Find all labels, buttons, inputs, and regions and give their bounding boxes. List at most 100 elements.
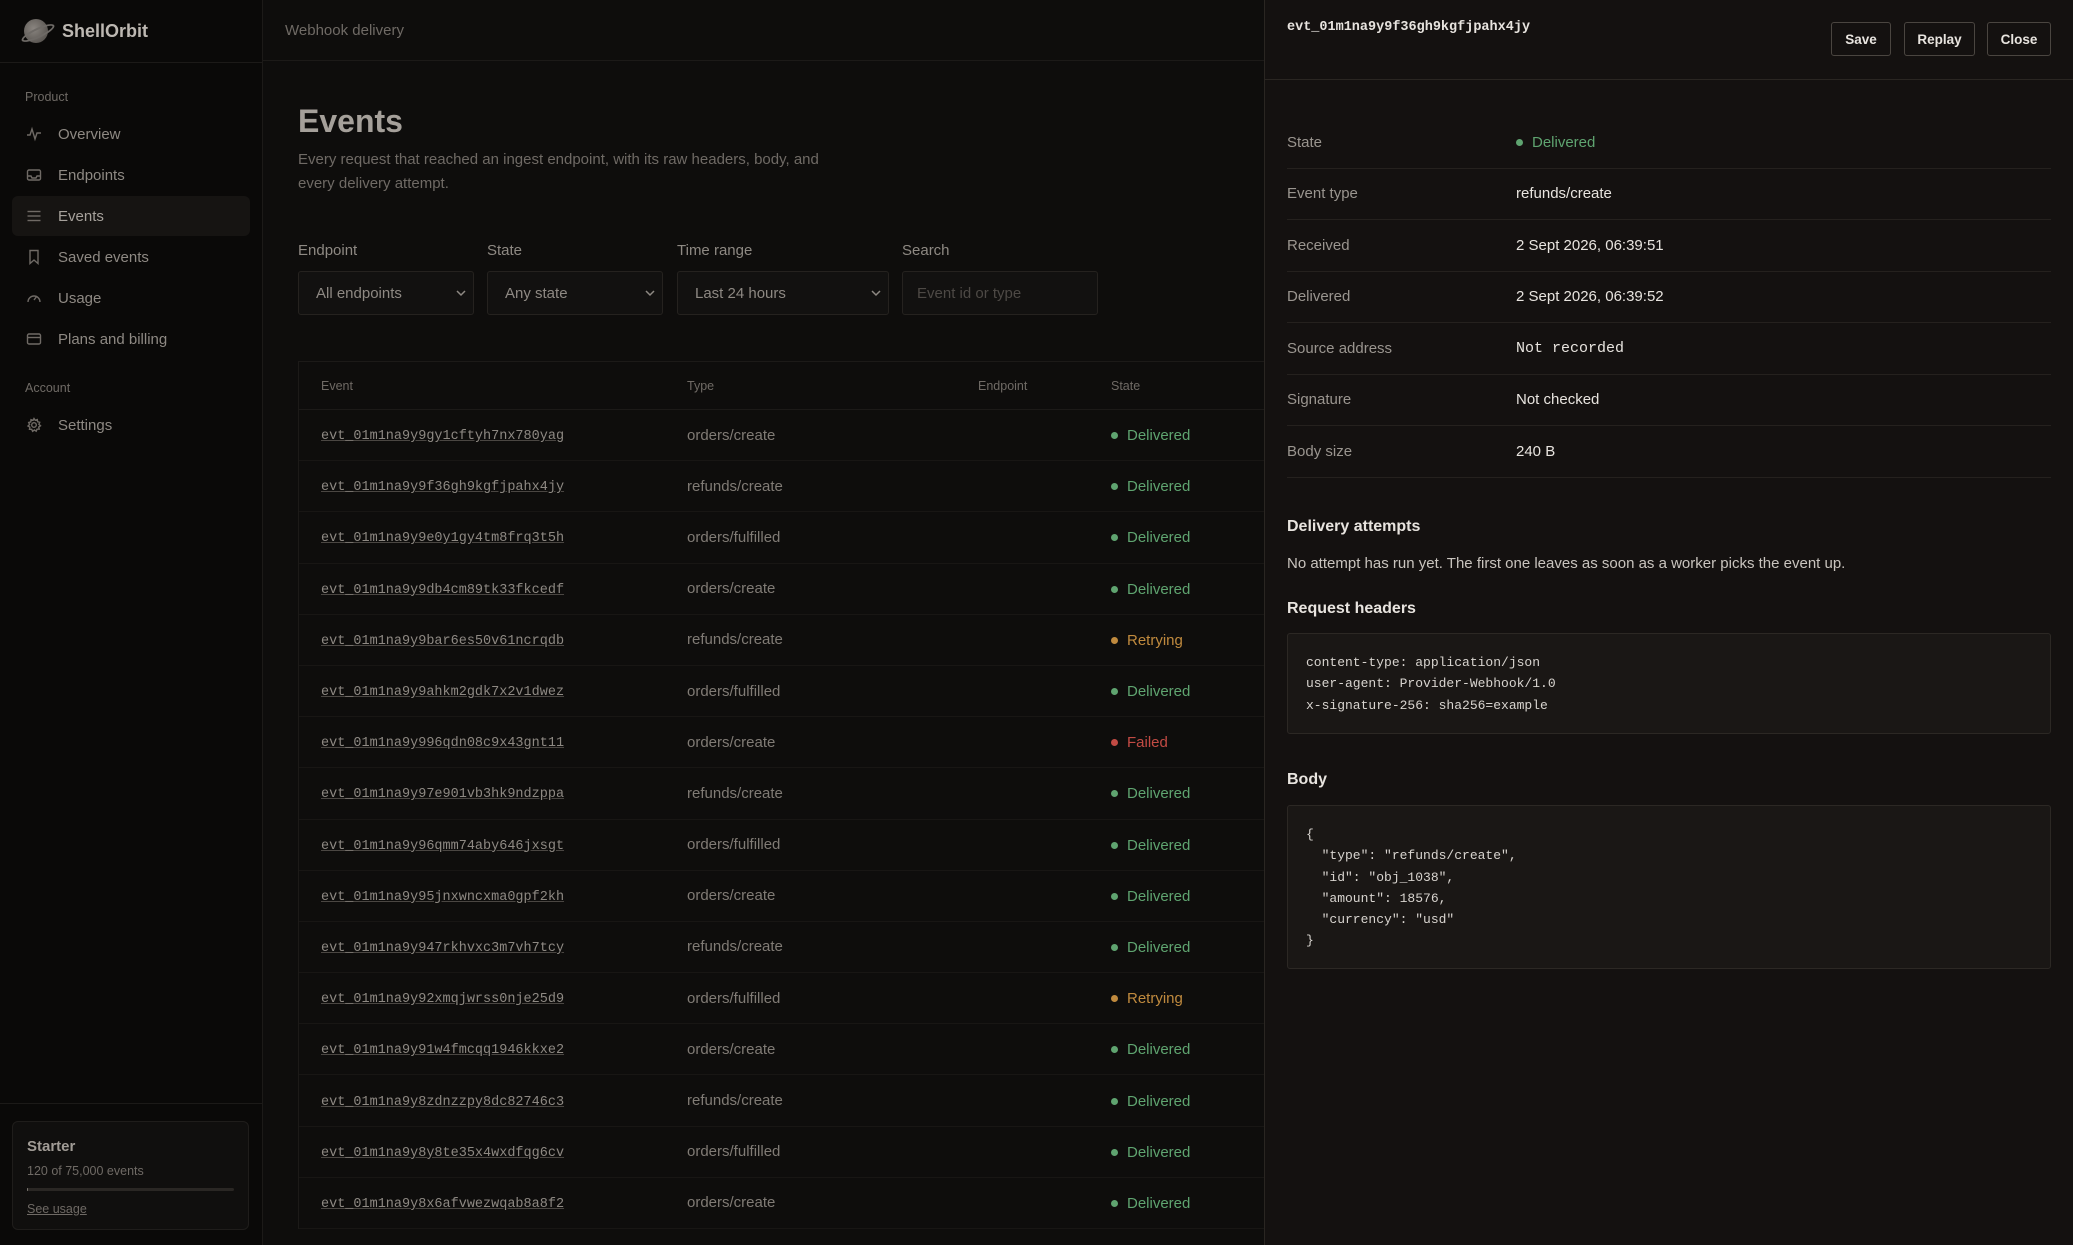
event-id-link[interactable]: evt_01m1na9y996qdn08c9x43gnt11	[321, 736, 564, 751]
sidebar-item-overview[interactable]: Overview	[12, 114, 250, 154]
state-cell: Retrying	[1111, 989, 1261, 1007]
event-type-cell: refunds/create	[687, 631, 783, 649]
detail-row: Delivered 2 Sept 2026, 06:39:52	[1287, 272, 2051, 323]
status-label: Delivered	[1127, 938, 1191, 956]
brand[interactable]: ShellOrbit	[0, 0, 262, 63]
status-dot-icon	[1111, 841, 1118, 849]
sidebar-item-endpoints[interactable]: Endpoints	[12, 155, 250, 195]
search-filter: Search Event id or type	[902, 242, 1098, 315]
event-id-link[interactable]: evt_01m1na9y9gy1cftyh7nx780yag	[321, 429, 564, 444]
table-row[interactable]: evt_01m1na9y9gy1cftyh7nx780yag orders/cre…	[299, 410, 1264, 462]
status-label: Delivered	[1127, 478, 1191, 496]
event-id-link[interactable]: evt_01m1na9y9ahkm2gdk7x2v1dwez	[321, 685, 564, 700]
body-title: Body	[1287, 771, 1327, 788]
table-row[interactable]: evt_01m1na9y996qdn08c9x43gnt11 orders/cre…	[299, 717, 1264, 769]
event-id-link[interactable]: evt_01m1na9y9e0y1gy4tm8frq3t5h	[321, 531, 564, 546]
table-row[interactable]: evt_01m1na9y96qmm74aby646jxsgt orders/ful…	[299, 820, 1264, 871]
status-badge: Delivered	[1111, 478, 1190, 495]
event-id-link[interactable]: evt_01m1na9y9bar6es50v61ncrqdb	[321, 634, 564, 649]
event-id-link[interactable]: evt_01m1na9y97e901vb3hk9ndzppa	[321, 787, 564, 802]
status-label: Delivered	[1127, 1143, 1191, 1161]
table-row[interactable]: evt_01m1na9y92xmqjwrss0nje25d9 orders/ful…	[299, 973, 1264, 1025]
event-id-link[interactable]: evt_01m1na9y92xmqjwrss0nje25d9	[321, 992, 564, 1007]
status-badge: Delivered	[1111, 683, 1190, 700]
detail-value: 240 B	[1516, 442, 1556, 460]
status-dot-icon	[1111, 483, 1118, 491]
event-type-cell: orders/fulfilled	[687, 682, 781, 700]
event-id-link[interactable]: evt_01m1na9y8zdnzzpy8dc82746c3	[321, 1095, 564, 1110]
status-dot-icon	[1111, 534, 1118, 542]
event-id-link[interactable]: evt_01m1na9y91w4fmcqq1946kkxe2	[321, 1043, 564, 1058]
table-row[interactable]: evt_01m1na9y97e901vb3hk9ndzppa refunds/cr…	[299, 768, 1264, 820]
column-header-event[interactable]: Event	[299, 379, 687, 393]
sidebar-item-events[interactable]: Events	[12, 196, 250, 236]
status-badge: Delivered	[1111, 837, 1190, 854]
event-cell: evt_01m1na9y97e901vb3hk9ndzppa	[299, 784, 687, 802]
table-row[interactable]: evt_01m1na9y95jnxwncxma0gpf2kh orders/cre…	[299, 871, 1264, 922]
event-id-link[interactable]: evt_01m1na9y96qmm74aby646jxsgt	[321, 839, 564, 854]
event-id-link[interactable]: evt_01m1na9y95jnxwncxma0gpf2kh	[321, 890, 564, 905]
event-id-link[interactable]: evt_01m1na9y8x6afvwezwqab8a8f2	[321, 1197, 564, 1212]
event-id-link[interactable]: evt_01m1na9y8y8te35x4wxdfqg6cv	[321, 1146, 564, 1161]
time-range-filter-label: Time range	[677, 242, 753, 259]
event-id-link[interactable]: evt_01m1na9y9f36gh9kgfjpahx4jy	[321, 480, 564, 495]
status-label: Delivered	[1127, 1194, 1191, 1212]
status-dot-icon	[1111, 892, 1118, 900]
sidebar-item-settings[interactable]: Settings	[12, 405, 250, 445]
detail-value: Not recorded	[1516, 339, 1625, 357]
time-range-select[interactable]: Last 24 hours	[677, 271, 889, 315]
state-select[interactable]: Any state	[487, 271, 663, 315]
drawer-event-id: evt_01m1na9y9f36gh9kgfjpahx4jy	[1287, 20, 1531, 35]
status-label: Delivered	[1127, 427, 1191, 445]
status-badge: Delivered	[1111, 888, 1190, 905]
detail-value: Not checked	[1516, 391, 1600, 409]
event-cell: evt_01m1na9y9db4cm89tk33fkcedf	[299, 580, 687, 598]
request-headers-code: content-type: application/json user-agent…	[1287, 633, 2051, 734]
column-header-endpoint[interactable]: Endpoint	[978, 379, 1111, 393]
gear-icon	[26, 417, 42, 433]
sidebar-item-saved-events[interactable]: Saved events	[12, 237, 250, 277]
table-row[interactable]: evt_01m1na9y9ahkm2gdk7x2v1dwez orders/ful…	[299, 666, 1264, 718]
table-row[interactable]: evt_01m1na9y947rkhvxc3m7vh7tcy refunds/cr…	[299, 922, 1264, 974]
status-dot-icon	[1111, 739, 1118, 747]
table-row[interactable]: evt_01m1na9y9bar6es50v61ncrqdb refunds/cr…	[299, 615, 1264, 666]
event-cell: evt_01m1na9y91w4fmcqq1946kkxe2	[299, 1040, 687, 1058]
table-row[interactable]: evt_01m1na9y9db4cm89tk33fkcedf orders/cre…	[299, 564, 1264, 615]
column-header-type[interactable]: Type	[687, 379, 978, 393]
table-row[interactable]: evt_01m1na9y8y8te35x4wxdfqg6cv orders/ful…	[299, 1127, 1264, 1178]
event-cell: evt_01m1na9y95jnxwncxma0gpf2kh	[299, 887, 687, 905]
gauge-icon	[26, 290, 42, 306]
search-filter-label: Search	[902, 242, 950, 259]
event-type-cell: refunds/create	[687, 784, 783, 802]
endpoint-select[interactable]: All endpoints	[298, 271, 474, 315]
event-id-link[interactable]: evt_01m1na9y947rkhvxc3m7vh7tcy	[321, 941, 564, 956]
event-cell: evt_01m1na9y996qdn08c9x43gnt11	[299, 733, 687, 751]
event-id-link[interactable]: evt_01m1na9y9db4cm89tk33fkcedf	[321, 583, 564, 598]
save-button[interactable]: Save	[1831, 22, 1891, 56]
sidebar-item-plans-and-billing[interactable]: Plans and billing	[12, 319, 250, 359]
state-cell: Delivered	[1111, 1194, 1261, 1212]
see-usage-link[interactable]: See usage	[27, 1202, 87, 1216]
detail-value: 2 Sept 2026, 06:39:52	[1516, 288, 1664, 306]
detail-state-badge: Delivered	[1516, 134, 1595, 151]
event-type-cell: orders/create	[687, 1194, 776, 1212]
drawer-header: evt_01m1na9y9f36gh9kgfjpahx4jy Save Repl…	[1265, 0, 2073, 80]
sidebar-item-usage[interactable]: Usage	[12, 278, 250, 318]
status-dot-icon	[1111, 1046, 1118, 1054]
table-row[interactable]: evt_01m1na9y9f36gh9kgfjpahx4jy refunds/cr…	[299, 461, 1264, 513]
sidebar-divider	[0, 1103, 263, 1104]
close-button[interactable]: Close	[1987, 22, 2051, 56]
replay-button[interactable]: Replay	[1904, 22, 1975, 56]
table-row[interactable]: evt_01m1na9y8zdnzzpy8dc82746c3 refunds/cr…	[299, 1075, 1264, 1127]
status-label: Delivered	[1127, 529, 1191, 547]
search-input[interactable]: Event id or type	[902, 271, 1098, 315]
detail-value: refunds/create	[1516, 185, 1612, 203]
table-row[interactable]: evt_01m1na9y9e0y1gy4tm8frq3t5h orders/ful…	[299, 512, 1264, 564]
table-row[interactable]: evt_01m1na9y91w4fmcqq1946kkxe2 orders/cre…	[299, 1024, 1264, 1076]
event-cell: evt_01m1na9y9ahkm2gdk7x2v1dwez	[299, 682, 687, 700]
table-row[interactable]: evt_01m1na9y8x6afvwezwqab8a8f2 orders/cre…	[299, 1178, 1264, 1229]
column-header-state[interactable]: State	[1111, 379, 1261, 393]
detail-value: 2 Sept 2026, 06:39:51	[1516, 236, 1664, 254]
sidebar-item-label: Overview	[58, 125, 121, 143]
endpoint-filter-label: Endpoint	[298, 242, 358, 259]
